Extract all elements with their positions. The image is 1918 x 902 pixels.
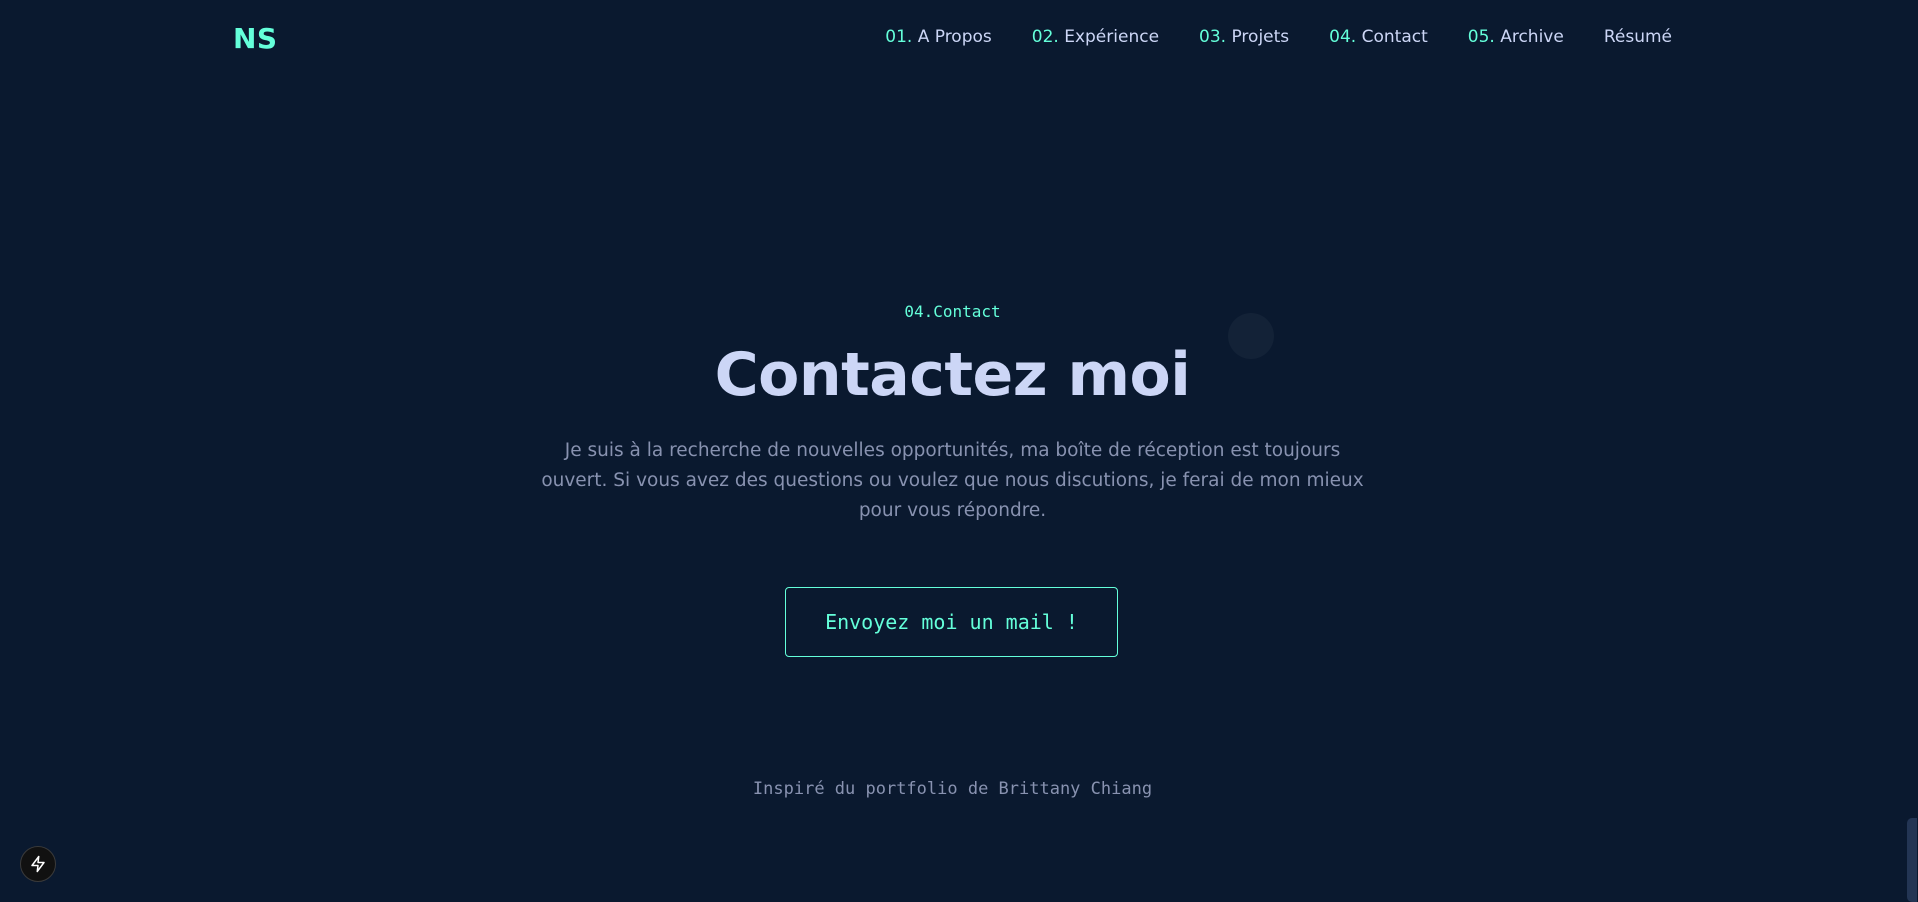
nav-item-number: 05. — [1467, 27, 1495, 47]
section-title: Contactez moi — [714, 340, 1191, 410]
nav-item-label: Expérience — [1064, 27, 1160, 47]
nav-item-experience[interactable]: 02. Expérience — [1032, 27, 1159, 47]
send-mail-button[interactable]: Envoyez moi un mail ! — [785, 587, 1118, 657]
nav-item-archive[interactable]: 05. Archive — [1468, 27, 1564, 47]
nav-item-label: A Propos — [917, 27, 992, 47]
nav-item-projets[interactable]: 03. Projets — [1199, 27, 1289, 47]
footer-credit[interactable]: Inspiré du portfolio de Brittany Chiang — [0, 779, 1905, 799]
scrollbar-thumb[interactable] — [1907, 818, 1917, 902]
logo[interactable]: NS — [233, 22, 278, 55]
nav-item-a-propos[interactable]: 01. A Propos — [885, 27, 992, 47]
nav-item-label: Projets — [1231, 27, 1290, 47]
nav-item-number: 01. — [885, 27, 913, 47]
dev-tools-badge[interactable] — [20, 846, 56, 882]
lightning-bolt-icon — [31, 855, 45, 873]
nav-item-number: 02. — [1031, 27, 1059, 47]
main-nav: 01. A Propos 02. Expérience 03. Projets … — [885, 27, 1672, 47]
page: NS 01. A Propos 02. Expérience 03. Proje… — [0, 0, 1918, 902]
nav-item-label: Archive — [1500, 27, 1564, 47]
nav-item-contact[interactable]: 04. Contact — [1329, 27, 1428, 47]
nav-item-number: 03. — [1199, 27, 1227, 47]
section-overline: 04.Contact — [904, 302, 1001, 321]
contact-description: Je suis à la recherche de nouvelles oppo… — [541, 440, 1364, 521]
nav-item-label: Contact — [1361, 27, 1428, 47]
nav-item-number: 04. — [1329, 27, 1357, 47]
resume-link[interactable]: Résumé — [1604, 27, 1672, 47]
